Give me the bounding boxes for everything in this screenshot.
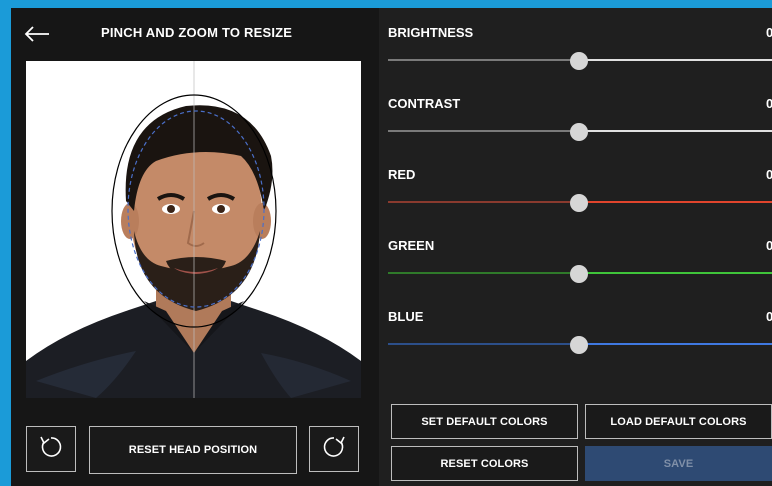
back-arrow-icon[interactable]	[23, 22, 51, 46]
slider-green: GREEN 0	[379, 238, 772, 288]
slider-label: BLUE	[388, 309, 424, 324]
slider-value: 0	[766, 309, 772, 324]
photo-panel: PINCH AND ZOOM TO RESIZE RESET HEAD POSI…	[11, 8, 379, 486]
face-photo[interactable]	[26, 61, 361, 398]
slider-thumb[interactable]	[570, 194, 588, 212]
slider-label: RED	[388, 167, 416, 182]
slider-contrast: CONTRAST 0	[379, 96, 772, 146]
face-photo-image	[26, 61, 361, 398]
app-window: PINCH AND ZOOM TO RESIZE RESET HEAD POSI…	[11, 8, 772, 486]
slider-value: 0	[766, 238, 772, 253]
reset-head-position-button[interactable]: RESET HEAD POSITION	[89, 426, 297, 474]
slider-value: 0	[766, 96, 772, 111]
slider-label: CONTRAST	[388, 96, 461, 111]
slider-thumb[interactable]	[570, 52, 588, 70]
load-default-colors-button[interactable]: LOAD DEFAULT COLORS	[585, 404, 772, 439]
slider-value: 0	[766, 25, 772, 40]
slider-thumb[interactable]	[570, 336, 588, 354]
slider-label: BRIGHTNESS	[388, 25, 474, 40]
slider-blue: BLUE 0	[379, 309, 772, 359]
color-adjust-panel: BRIGHTNESS 0 CONTRAST 0 RED 0 GREEN 0 BLUE 0 SET …	[379, 8, 772, 486]
slider-red: RED 0	[379, 167, 772, 217]
slider-brightness: BRIGHTNESS 0	[379, 25, 772, 75]
slider-value: 0	[766, 167, 772, 182]
reset-colors-button[interactable]: RESET COLORS	[391, 446, 578, 481]
set-default-colors-button[interactable]: SET DEFAULT COLORS	[391, 404, 578, 439]
page-title: PINCH AND ZOOM TO RESIZE	[101, 25, 293, 40]
slider-thumb[interactable]	[570, 123, 588, 141]
save-button[interactable]: SAVE	[585, 446, 772, 481]
slider-thumb[interactable]	[570, 265, 588, 283]
rotate-right-icon	[321, 434, 347, 465]
rotate-left-icon	[38, 434, 64, 465]
rotate-right-button[interactable]	[309, 426, 359, 472]
slider-label: GREEN	[388, 238, 435, 253]
rotate-left-button[interactable]	[26, 426, 76, 472]
